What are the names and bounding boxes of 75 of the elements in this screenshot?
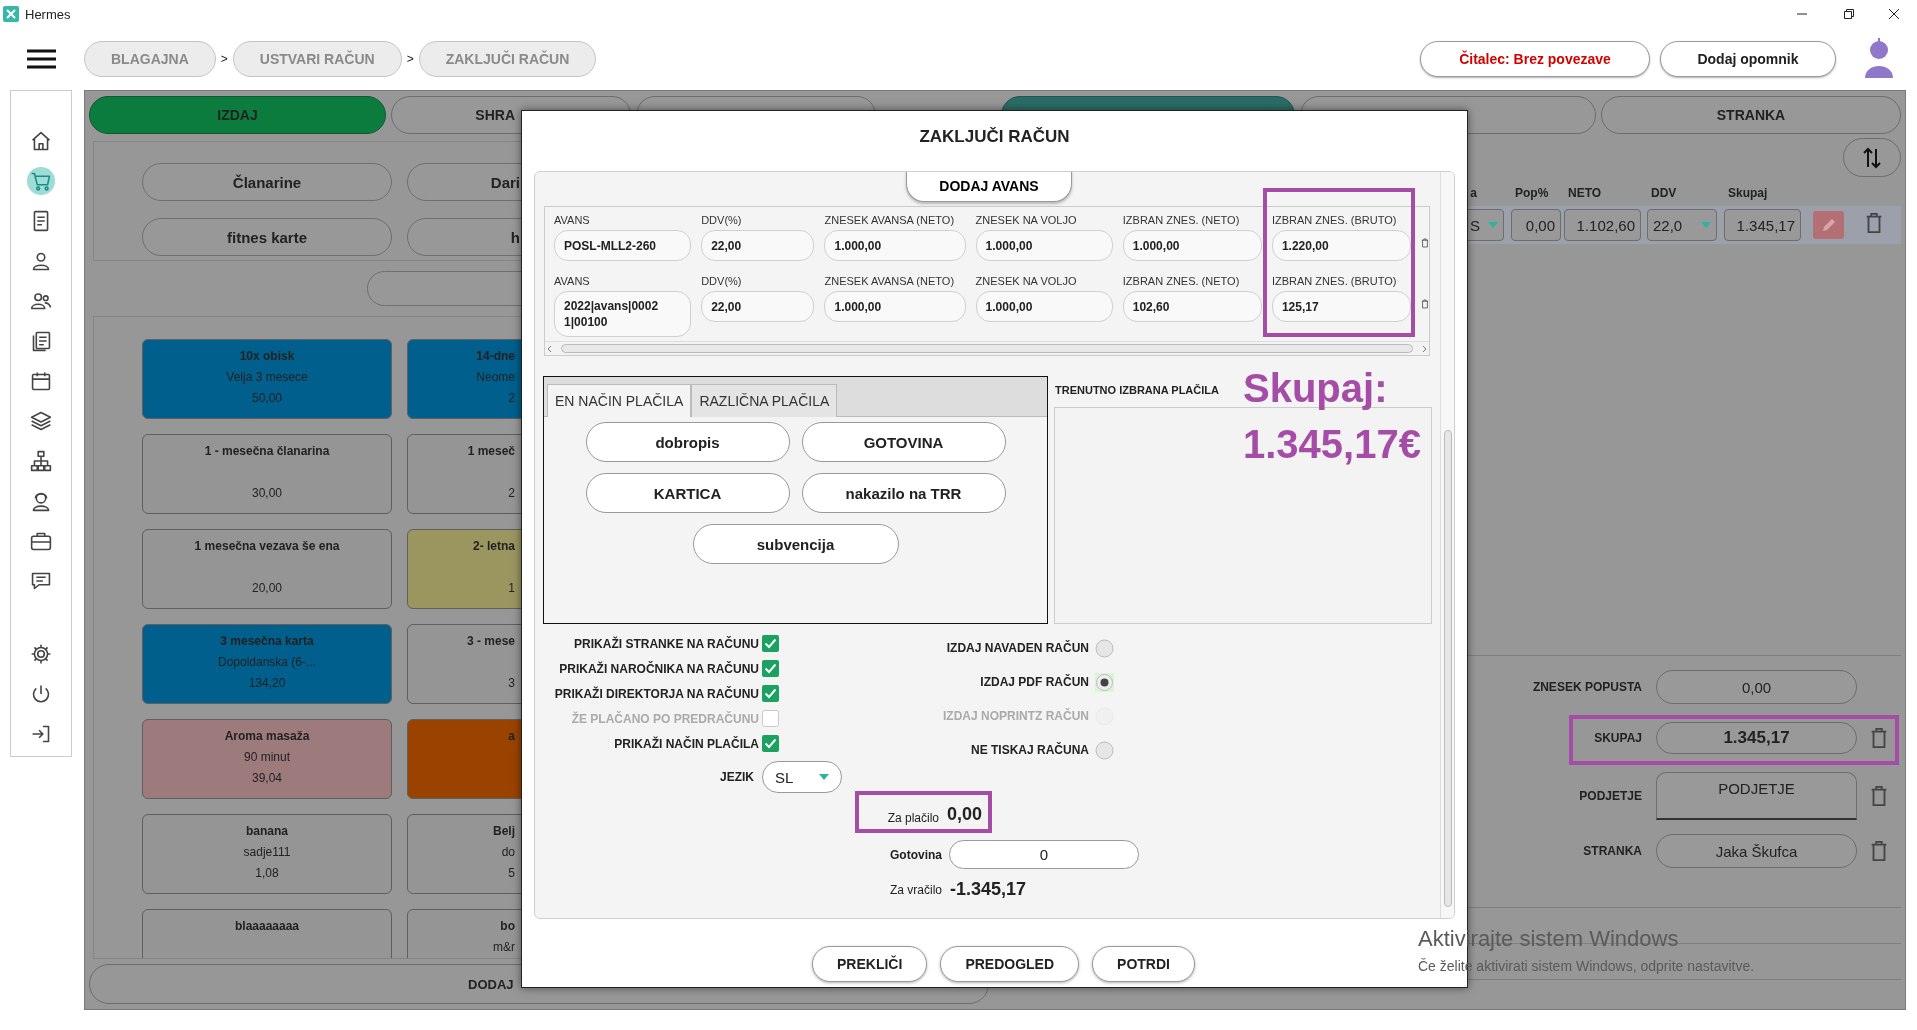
print-mode-label: IZDAJ NOPRINTZ RAČUN xyxy=(942,709,1089,723)
amount-due-label: Za plačilo xyxy=(886,811,939,825)
amount-due: 0,00 xyxy=(947,804,983,825)
product-name: blaaaaaaaa xyxy=(233,919,301,935)
product-price: 134,20 xyxy=(247,676,287,692)
print-mode-label: IZDAJ NAVADEN RAČUN xyxy=(945,641,1089,655)
product-description: m&r xyxy=(492,940,515,956)
option-label: PRIKAŽI DIREKTORJA NA RAČUNU xyxy=(553,686,759,701)
language-label: JEZIK xyxy=(719,770,754,784)
product-name: 1 - mesečna članarina xyxy=(203,444,331,460)
section-label: TRENUTNO IZBRANA PLAČILA xyxy=(1055,384,1219,396)
breadcrumb-separator: > xyxy=(406,52,414,66)
print-mode-label: NE TISKAJ RAČUNA xyxy=(970,743,1089,757)
product-name: 14-dne xyxy=(475,349,515,365)
column-header: DDV xyxy=(1650,186,1678,200)
product-name: a xyxy=(507,729,515,745)
field-label: IZBRAN ZNES. (NETO) xyxy=(1122,214,1241,228)
product-name: 2- letna xyxy=(472,539,515,555)
product-price: 3 xyxy=(507,676,515,692)
column-header: Pop% xyxy=(1514,186,1550,200)
dialog-title: ZAKLJUČI RAČUN xyxy=(919,127,1070,147)
field-label: IZBRAN ZNES. (NETO) xyxy=(1122,275,1241,289)
field-label: DDV(%) xyxy=(701,275,743,289)
product-name: 3 mesečna karta xyxy=(219,634,315,650)
product-price: 39,04 xyxy=(251,771,283,787)
column-header: NETO xyxy=(1567,186,1603,200)
product-price: 1,08 xyxy=(254,866,280,882)
product-description: Dopoldanska (6-... xyxy=(216,655,318,671)
summary-label: SKUPAJ xyxy=(1594,731,1642,745)
field-label: IZBRAN ZNES. (BRUTO) xyxy=(1271,214,1398,228)
column-header: a xyxy=(1469,186,1478,200)
summary-label: ZNESEK POPUSTA xyxy=(1532,680,1642,694)
field-label: DDV(%) xyxy=(701,214,743,228)
product-description: Neome xyxy=(475,370,515,386)
column-header: Skupaj xyxy=(1727,186,1769,200)
product-name: Aroma masaža xyxy=(223,729,311,745)
change-label: Za vračilo xyxy=(889,882,942,897)
annotation-text: Skupaj: xyxy=(1243,365,1389,412)
product-price: 2 xyxy=(507,391,515,407)
product-name: 1 meseč xyxy=(466,444,515,460)
product-description: Velja 3 mesece xyxy=(225,370,309,386)
field-label: ZNESEK NA VOLJO xyxy=(975,275,1078,289)
product-price: 30,00 xyxy=(251,486,283,502)
summary-label: STRANKA xyxy=(1583,844,1642,858)
summary-label: PODJETJE xyxy=(1579,789,1642,803)
field-label: AVANS xyxy=(554,275,591,289)
product-price: 50,00 xyxy=(251,391,283,407)
field-label: ZNESEK NA VOLJO xyxy=(975,214,1078,228)
product-price: 5 xyxy=(507,866,515,882)
change-amount: -1.345,17 xyxy=(950,879,1027,900)
annotation-text: 1.345,17€ xyxy=(1243,421,1421,468)
option-label: ŽE PLAČANO PO PREDRAČUNU xyxy=(570,711,759,726)
cash-label: Gotovina xyxy=(889,847,942,862)
print-mode-label: IZDAJ PDF RAČUN xyxy=(979,675,1089,689)
window-title: Hermes xyxy=(25,6,71,22)
product-price: 20,00 xyxy=(251,581,283,597)
option-label: PRIKAŽI STRANKE NA RAČUNU xyxy=(573,636,759,651)
field-label: AVANS xyxy=(554,214,591,228)
field-label: ZNESEK AVANSA (NETO) xyxy=(824,214,956,228)
product-description: sadje111 xyxy=(242,845,292,861)
product-name: bo xyxy=(499,919,515,935)
product-name: 10x obisk xyxy=(238,349,296,365)
product-description: 90 minut xyxy=(243,750,291,766)
product-name: banana xyxy=(245,824,289,840)
product-price: 2 xyxy=(507,486,515,502)
field-label: IZBRAN ZNES. (BRUTO) xyxy=(1271,275,1398,289)
option-label: PRIKAŽI NAČIN PLAČILA xyxy=(613,736,759,751)
option-label: PRIKAŽI NAROČNIKA NA RAČUNU xyxy=(558,661,759,676)
breadcrumb-separator: > xyxy=(220,52,228,66)
product-name: 1 mesečna vezava še ena xyxy=(193,539,341,555)
product-description: do xyxy=(500,845,515,861)
product-name: Belj xyxy=(492,824,515,840)
field-label: ZNESEK AVANSA (NETO) xyxy=(824,275,956,289)
product-price: 1 xyxy=(507,581,515,597)
product-name: 3 - mese xyxy=(465,634,515,650)
